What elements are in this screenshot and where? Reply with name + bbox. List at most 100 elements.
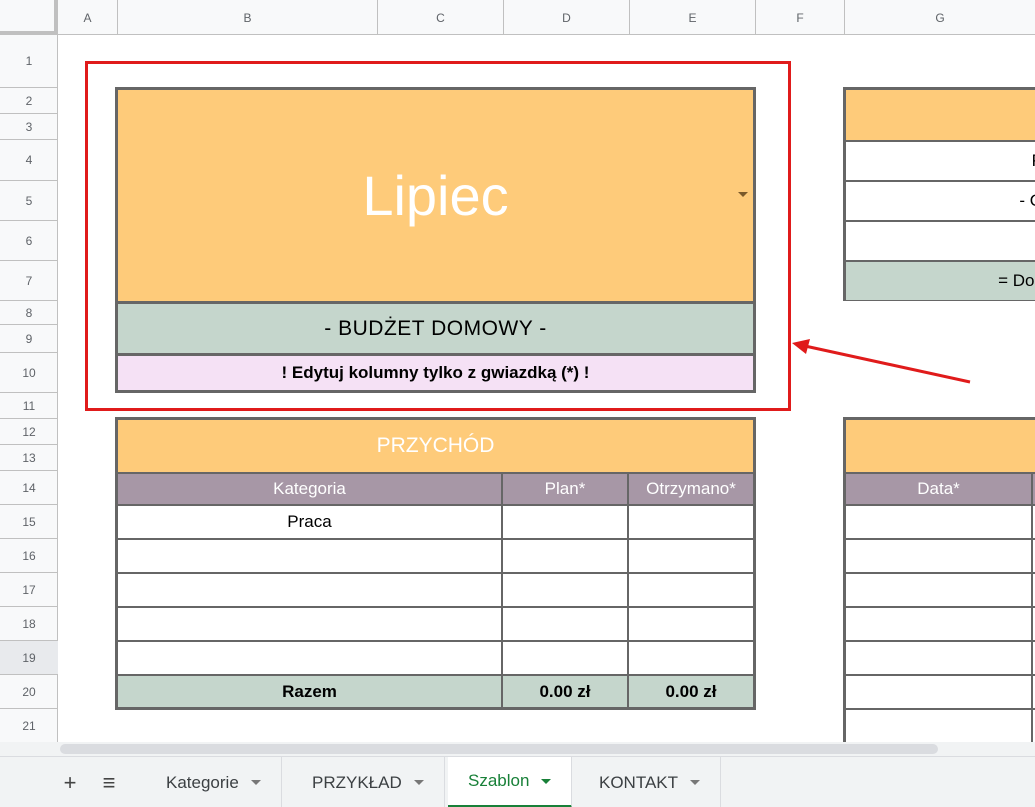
row-header[interactable]: 18 — [0, 607, 58, 641]
row-header-bar: 1 2 3 4 5 6 7 8 9 10 11 12 13 14 15 16 1… — [0, 35, 58, 742]
table-cell[interactable] — [503, 642, 629, 674]
table-row — [846, 642, 1035, 676]
table-cell[interactable] — [118, 608, 503, 640]
table-row — [118, 608, 753, 642]
column-header-data[interactable]: Data* — [846, 474, 1033, 504]
table-cell[interactable] — [118, 540, 503, 572]
total-plan-value[interactable]: 0.00 zł — [503, 676, 629, 707]
table-row — [118, 574, 753, 608]
chevron-down-icon[interactable] — [690, 780, 701, 785]
table-row — [846, 506, 1035, 540]
row-header[interactable]: 7 — [0, 261, 58, 301]
table-cell[interactable] — [503, 574, 629, 606]
row-header[interactable]: 3 — [0, 114, 58, 140]
column-header-bar: A B C D E F G — [0, 0, 1035, 35]
total-received-value[interactable]: 0.00 zł — [629, 676, 753, 707]
income-column-headers: Kategoria Plan* Otrzymano* — [118, 472, 753, 506]
table-cell[interactable] — [846, 608, 1033, 640]
table-cell[interactable] — [629, 506, 753, 538]
column-header-kategoria[interactable]: Kategoria — [118, 474, 503, 504]
table-cell[interactable] — [503, 506, 629, 538]
table-cell[interactable] — [118, 642, 503, 674]
annotation-arrow-icon — [792, 339, 971, 384]
table-cell[interactable] — [503, 608, 629, 640]
highlight-frame — [85, 61, 791, 411]
row-header[interactable]: 21 — [0, 709, 58, 742]
row-header[interactable]: 4 — [0, 140, 58, 181]
summary-row[interactable]: P — [846, 140, 1035, 180]
table-row — [846, 540, 1035, 574]
column-header-f[interactable]: F — [756, 0, 845, 35]
tab-label: Kategorie — [166, 772, 239, 792]
row-header[interactable]: 10 — [0, 353, 58, 393]
table-cell[interactable] — [629, 540, 753, 572]
table-row — [846, 608, 1035, 642]
column-header-g[interactable]: G — [845, 0, 1035, 35]
row-header[interactable]: 9 — [0, 325, 58, 353]
table-row — [118, 540, 753, 574]
all-sheets-list-button[interactable]: ≡ — [90, 757, 128, 807]
column-header-a[interactable]: A — [58, 0, 118, 35]
income-total-row: Razem 0.00 zł 0.00 zł — [118, 676, 753, 707]
add-sheet-button[interactable]: + — [51, 757, 89, 807]
chevron-down-icon[interactable] — [413, 780, 424, 785]
row-header[interactable]: 2 — [0, 88, 58, 114]
row-header[interactable]: 5 — [0, 181, 58, 221]
select-all-corner[interactable] — [0, 0, 58, 35]
row-header[interactable]: 17 — [0, 573, 58, 607]
table-row — [846, 574, 1035, 608]
row-header[interactable]: 20 — [0, 675, 58, 709]
summary-block: P - O - = Dos — [843, 87, 1035, 301]
summary-row[interactable]: - — [846, 220, 1035, 260]
tab-kontakt[interactable]: KONTAKT — [579, 757, 722, 807]
income-table-title: PRZYCHÓD — [118, 420, 753, 472]
tab-kategorie[interactable]: Kategorie — [146, 757, 282, 807]
row-header[interactable]: 1 — [0, 35, 58, 88]
table-cell[interactable] — [846, 506, 1033, 538]
summary-row[interactable]: = Dos — [846, 260, 1035, 300]
scrollbar-thumb[interactable] — [60, 744, 938, 754]
chevron-down-icon[interactable] — [541, 778, 552, 784]
tab-label: Szablon — [468, 771, 530, 790]
sheet-tab-bar: + ≡ Kategorie PRZYKŁAD Szablon KONTAKT — [0, 756, 1035, 807]
tab-przyklad[interactable]: PRZYKŁAD — [292, 757, 445, 807]
row-header[interactable]: 8 — [0, 301, 58, 325]
row-header[interactable]: 15 — [0, 505, 58, 539]
summary-row[interactable]: - O — [846, 180, 1035, 220]
tab-szablon[interactable]: Szablon — [448, 757, 573, 807]
column-header-plan[interactable]: Plan* — [503, 474, 629, 504]
table-row: Praca — [118, 506, 753, 540]
table-row — [846, 710, 1035, 744]
row-header[interactable]: 6 — [0, 221, 58, 261]
table-cell[interactable] — [503, 540, 629, 572]
column-header-d[interactable]: D — [504, 0, 630, 35]
table-cell[interactable] — [629, 608, 753, 640]
table-row — [846, 676, 1035, 710]
column-header-otrzymano[interactable]: Otrzymano* — [629, 474, 753, 504]
column-header-b[interactable]: B — [118, 0, 378, 35]
table-cell[interactable] — [629, 642, 753, 674]
column-header-c[interactable]: C — [378, 0, 504, 35]
table-cell[interactable] — [846, 642, 1033, 674]
row-header[interactable]: 12 — [0, 419, 58, 445]
table-cell[interactable] — [629, 574, 753, 606]
summary-block-header — [846, 90, 1035, 142]
table-cell[interactable] — [846, 710, 1033, 744]
table-cell[interactable]: Praca — [118, 506, 503, 538]
row-header[interactable]: 13 — [0, 445, 58, 471]
table-row — [118, 642, 753, 676]
horizontal-scrollbar[interactable] — [0, 742, 1035, 756]
row-header[interactable]: 16 — [0, 539, 58, 573]
row-header[interactable]: 11 — [0, 393, 58, 419]
column-header-e[interactable]: E — [630, 0, 756, 35]
table-cell[interactable] — [846, 676, 1033, 708]
table-cell[interactable] — [846, 540, 1033, 572]
chevron-down-icon[interactable] — [250, 780, 261, 785]
expense-table: Data* — [843, 417, 1035, 747]
row-header[interactable]: 14 — [0, 471, 58, 505]
tab-label: KONTAKT — [599, 772, 679, 792]
total-label[interactable]: Razem — [118, 676, 503, 707]
row-header[interactable]: 19 — [0, 641, 58, 675]
table-cell[interactable] — [846, 574, 1033, 606]
table-cell[interactable] — [118, 574, 503, 606]
